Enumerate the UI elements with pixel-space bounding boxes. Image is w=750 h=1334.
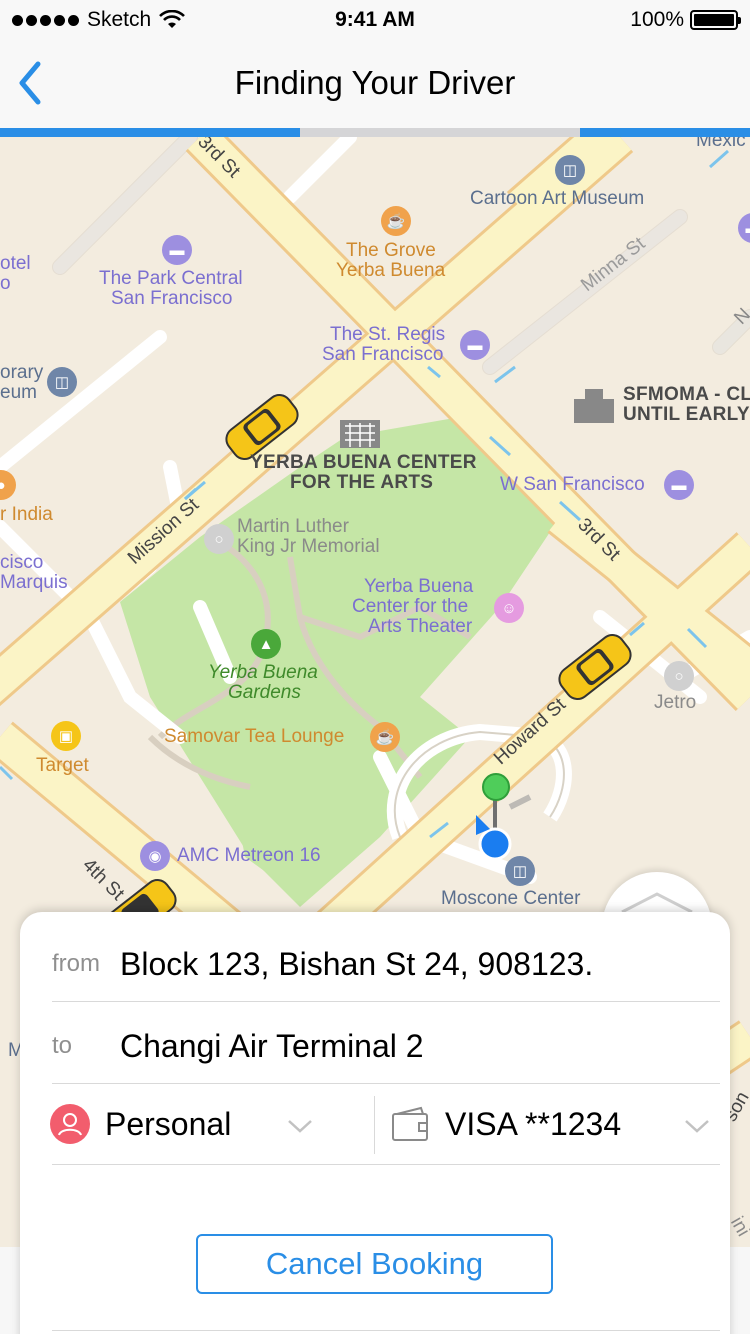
cancel-booking-button[interactable]: Cancel Booking bbox=[196, 1234, 553, 1294]
payment-value: VISA **1234 bbox=[445, 1106, 622, 1142]
status-bar: Sketch 9:41 AM 100% bbox=[0, 0, 750, 40]
page-title: Finding Your Driver bbox=[234, 64, 516, 101]
divider bbox=[52, 1164, 720, 1165]
chevron-down-icon bbox=[685, 1120, 709, 1133]
status-right: 100% bbox=[630, 8, 741, 32]
poi-label: cisco bbox=[0, 552, 44, 573]
profile-select[interactable]: Personal bbox=[20, 1084, 374, 1164]
poi-label: Jetro bbox=[654, 692, 697, 713]
hotel-icon[interactable]: ▬ bbox=[162, 235, 192, 265]
divider bbox=[52, 1330, 720, 1331]
museum-icon[interactable]: ◫ bbox=[47, 367, 77, 397]
divider bbox=[52, 1001, 720, 1002]
museum-icon[interactable]: ◫ bbox=[555, 155, 585, 185]
poi-label: Center for the bbox=[352, 596, 469, 617]
museum-icon[interactable]: ◫ bbox=[505, 856, 535, 886]
landmark-icon[interactable]: ○ bbox=[664, 661, 694, 691]
poi-label: Gardens bbox=[228, 682, 301, 703]
progress-bar bbox=[0, 128, 750, 137]
to-value: Changi Air Terminal 2 bbox=[120, 1028, 424, 1064]
to-row[interactable]: to Changi Air Terminal 2 bbox=[52, 1024, 720, 1084]
poi-label: Marquis bbox=[0, 572, 68, 593]
poi-label: r India bbox=[0, 504, 53, 525]
hotel-icon[interactable]: ▬ bbox=[664, 470, 694, 500]
poi-label: San Francisco bbox=[322, 344, 444, 365]
poi-label: Arts Theater bbox=[368, 616, 473, 637]
cafe-icon[interactable]: ☕ bbox=[370, 722, 400, 752]
nav-bar: Finding Your Driver bbox=[0, 40, 750, 128]
to-label: to bbox=[52, 1032, 73, 1059]
battery-percent: 100% bbox=[630, 8, 684, 31]
theater-icon[interactable]: ☺ bbox=[494, 593, 524, 623]
poi-label: King Jr Memorial bbox=[237, 536, 380, 557]
poi-label: Yerba Buena bbox=[336, 260, 446, 281]
poi-label: W San Francisco bbox=[500, 474, 645, 495]
poi-label: Cartoon Art Museum bbox=[470, 188, 645, 209]
poi-label: otel bbox=[0, 253, 31, 274]
from-label: from bbox=[52, 950, 100, 977]
poi-label: Martin Luther bbox=[237, 516, 349, 537]
park-icon[interactable]: ▲ bbox=[251, 629, 281, 659]
poi-label: o bbox=[0, 273, 11, 294]
poi-label: eum bbox=[0, 382, 37, 403]
poi-label: Moscone Center bbox=[441, 888, 581, 909]
poi-label: The Grove bbox=[346, 240, 436, 261]
person-icon bbox=[50, 1104, 90, 1144]
poi-label: Yerba Buena bbox=[208, 662, 318, 683]
booking-card: from Block 123, Bishan St 24, 908123. to… bbox=[20, 912, 730, 1334]
poi-label: UNTIL EARLY bbox=[623, 404, 750, 425]
payment-select[interactable]: VISA **1234 bbox=[375, 1084, 730, 1164]
cinema-icon[interactable]: ◉ bbox=[140, 841, 170, 871]
hotel-icon[interactable]: ▬ bbox=[460, 330, 490, 360]
chevron-down-icon bbox=[288, 1120, 312, 1133]
battery-icon bbox=[690, 10, 741, 30]
from-row[interactable]: from Block 123, Bishan St 24, 908123. bbox=[52, 942, 720, 1002]
poi-label: orary bbox=[0, 362, 44, 383]
poi-label: Mexic bbox=[696, 137, 746, 151]
poi-label: The Park Central bbox=[99, 268, 243, 289]
shopping-icon[interactable]: ▣ bbox=[51, 721, 81, 751]
poi-label: SFMOMA - CL bbox=[623, 384, 750, 405]
profile-value: Personal bbox=[105, 1106, 232, 1142]
poi-label: FOR THE ARTS bbox=[290, 472, 434, 493]
progress-segment-3 bbox=[580, 128, 750, 137]
poi-label: San Francisco bbox=[111, 288, 233, 309]
poi-label: The St. Regis bbox=[330, 324, 446, 345]
cafe-icon[interactable]: ☕ bbox=[381, 206, 411, 236]
from-value: Block 123, Bishan St 24, 908123. bbox=[120, 946, 594, 982]
wallet-icon bbox=[392, 1106, 428, 1141]
poi-label: Target bbox=[36, 755, 89, 776]
progress-segment-1 bbox=[0, 128, 300, 137]
poi-label: Yerba Buena bbox=[364, 576, 474, 597]
landmark-icon[interactable]: ○ bbox=[204, 524, 234, 554]
poi-label: Samovar Tea Lounge bbox=[164, 726, 345, 747]
poi-label: YERBA BUENA CENTER bbox=[250, 452, 477, 473]
poi-label: AMC Metreon 16 bbox=[177, 845, 321, 866]
